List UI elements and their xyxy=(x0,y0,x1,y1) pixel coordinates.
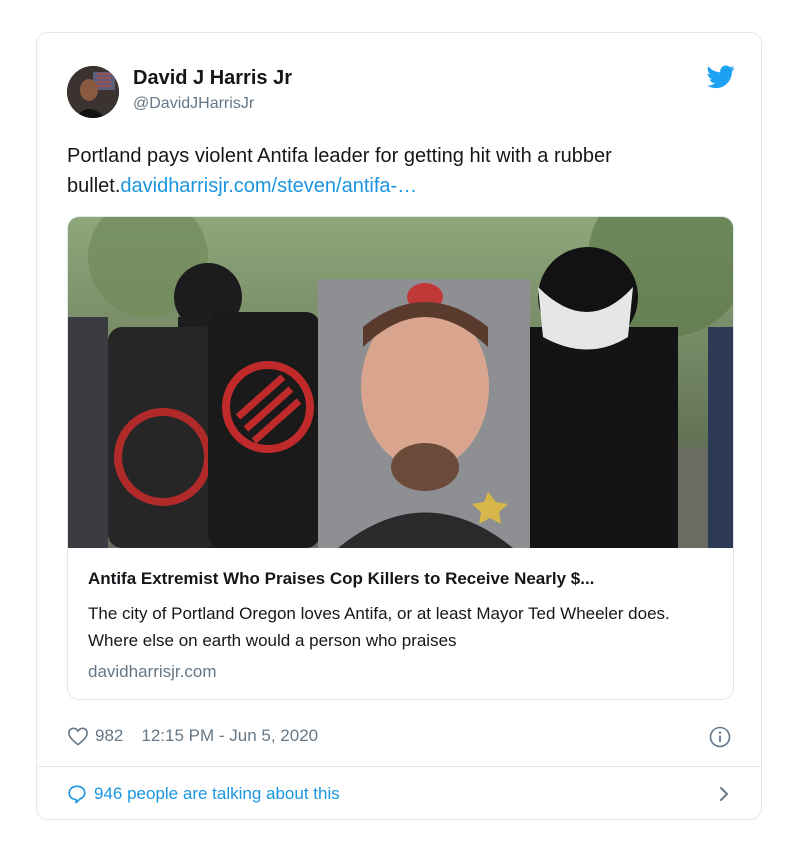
link-card-description: The city of Portland Oregon loves Antifa… xyxy=(88,604,670,650)
tweet-meta: 982 12:15 PM - Jun 5, 2020 xyxy=(67,726,318,746)
tweet-card: David J Harris Jr @DavidJHarrisJr Portla… xyxy=(36,32,762,820)
heart-icon[interactable] xyxy=(67,726,89,746)
avatar[interactable] xyxy=(67,66,119,118)
info-icon[interactable] xyxy=(709,726,731,748)
tweet-text: Portland pays violent Antifa leader for … xyxy=(67,141,727,201)
author-handle[interactable]: @DavidJHarrisJr xyxy=(133,95,254,113)
link-card-title[interactable]: Antifa Extremist Who Praises Cop Killers… xyxy=(88,569,718,589)
chevron-right-icon[interactable] xyxy=(717,785,731,803)
tweet-link[interactable]: davidharrisjr.com/steven/antifa-… xyxy=(120,175,417,197)
author-name[interactable]: David J Harris Jr xyxy=(133,67,292,90)
talking-count[interactable]: 946 people are talking about this xyxy=(94,784,340,804)
divider xyxy=(37,766,761,767)
like-count[interactable]: 982 xyxy=(95,726,123,746)
preview-image xyxy=(68,217,733,548)
conversation-link[interactable]: 946 people are talking about this xyxy=(67,784,340,804)
timestamp[interactable]: 12:15 PM - Jun 5, 2020 xyxy=(141,726,318,746)
link-card-domain: davidharrisjr.com xyxy=(88,662,217,681)
twitter-bird-icon[interactable] xyxy=(707,65,735,89)
speech-bubble-icon xyxy=(68,785,86,804)
link-preview-card[interactable]: Antifa Extremist Who Praises Cop Killers… xyxy=(67,216,734,700)
